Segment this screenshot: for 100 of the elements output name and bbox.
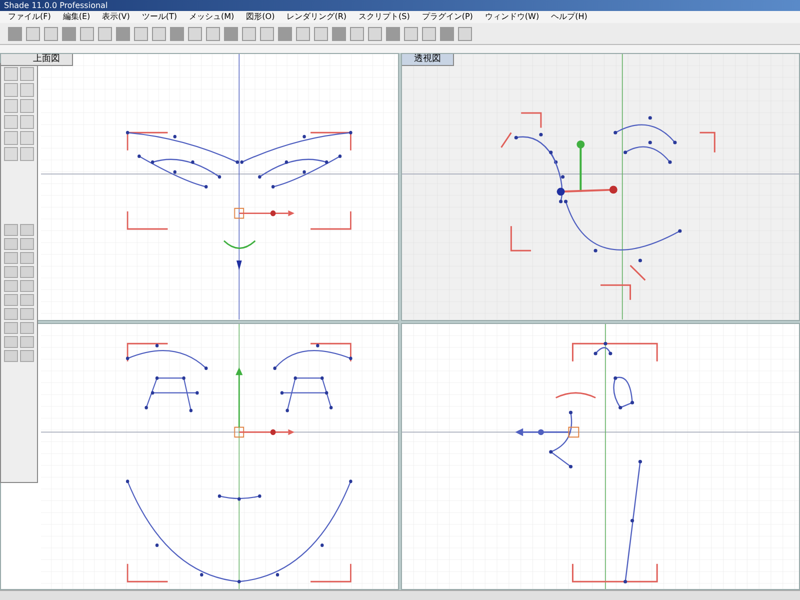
viewport-tab[interactable]: 透視図 (402, 54, 454, 66)
tool-icon[interactable] (20, 252, 34, 264)
menu-item[interactable]: レンダリング(R) (286, 12, 347, 22)
tool-icon[interactable] (20, 147, 34, 161)
arc-curve[interactable] (556, 392, 596, 398)
spline-curve[interactable] (549, 410, 572, 468)
spline-curve[interactable] (150, 390, 199, 394)
spline-curve[interactable] (144, 376, 193, 412)
tool-icon[interactable] (4, 336, 18, 348)
tool-icon[interactable] (20, 350, 34, 362)
tool-icon[interactable] (4, 350, 18, 362)
tool-icon[interactable] (422, 26, 436, 40)
tool-icon[interactable] (4, 147, 18, 161)
tool-icon[interactable] (4, 224, 18, 236)
tool-icon[interactable] (4, 266, 18, 278)
tool-icon[interactable] (20, 224, 34, 236)
menu-item[interactable]: 図形(O) (246, 12, 275, 22)
menu-item[interactable]: ファイル(F) (8, 12, 51, 22)
tool-icon[interactable] (20, 266, 34, 278)
viewport-panel[interactable]: 上面図 (0, 53, 399, 320)
tool-icon[interactable] (20, 280, 34, 292)
spline-curve[interactable] (271, 154, 342, 189)
spline-curve[interactable] (218, 494, 262, 500)
tool-icon[interactable] (170, 26, 184, 40)
spline-curve[interactable] (240, 130, 352, 164)
tool-icon[interactable] (4, 294, 18, 306)
tool-icon[interactable] (4, 99, 18, 113)
tool-icon[interactable] (4, 252, 18, 264)
menu-item[interactable]: 編集(E) (62, 12, 90, 22)
tool-icon[interactable] (224, 26, 238, 40)
tool-icon[interactable] (44, 26, 58, 40)
menu-item[interactable]: スクリプト(S) (358, 12, 410, 22)
tool-icon[interactable] (350, 26, 364, 40)
tool-icon[interactable] (20, 238, 34, 250)
spline-curve[interactable] (280, 390, 328, 394)
spline-curve[interactable] (126, 130, 239, 164)
tool-icon[interactable] (260, 26, 274, 40)
viewport-tab[interactable]: 上面図 (1, 54, 73, 66)
spline-curve[interactable] (613, 376, 634, 409)
tool-icon[interactable] (314, 26, 328, 40)
tool-icon[interactable] (4, 67, 18, 81)
spline-curve[interactable] (624, 140, 672, 164)
tool-icon[interactable] (20, 131, 34, 145)
tool-icon[interactable] (368, 26, 382, 40)
tool-icon[interactable] (4, 238, 18, 250)
spline-curve[interactable] (624, 459, 642, 583)
tool-icon[interactable] (98, 26, 112, 40)
tool-icon[interactable] (8, 26, 22, 40)
menu-item[interactable]: ヘルプ(H) (551, 12, 588, 22)
tool-icon[interactable] (296, 26, 310, 40)
menu-item[interactable]: 表示(V) (102, 12, 130, 22)
tool-icon[interactable] (80, 26, 94, 40)
tool-icon[interactable] (206, 26, 220, 40)
menu-item[interactable]: プラグイン(P) (422, 12, 473, 22)
axis-arrow[interactable] (515, 426, 580, 438)
spline-curve[interactable] (126, 343, 208, 370)
arc-curve[interactable] (224, 240, 256, 249)
tool-icon[interactable] (134, 26, 148, 40)
tool-icon[interactable] (404, 26, 418, 40)
transform-handle[interactable] (234, 208, 294, 219)
menu-item[interactable]: ツール(T) (142, 12, 177, 22)
tool-icon[interactable] (20, 83, 34, 97)
tool-icon[interactable] (20, 99, 34, 113)
tool-icon[interactable] (20, 115, 34, 129)
spline-curve[interactable] (549, 150, 565, 204)
transform-handle[interactable] (234, 426, 294, 438)
tool-icon[interactable] (20, 67, 34, 81)
tool-icon[interactable] (116, 26, 130, 40)
spline-curve[interactable] (514, 132, 558, 164)
tool-icon[interactable] (26, 26, 40, 40)
tool-icon[interactable] (152, 26, 166, 40)
tool-icon[interactable] (4, 83, 18, 97)
spline-curve[interactable] (273, 343, 352, 370)
menu-item[interactable]: ウィンドウ(W) (484, 12, 540, 22)
viewport-panel[interactable]: 透視図 (401, 53, 800, 320)
axis-gizmo[interactable] (556, 140, 618, 196)
tool-icon[interactable] (386, 26, 400, 40)
tool-icon[interactable] (20, 336, 34, 348)
axis-arrow[interactable] (236, 366, 243, 427)
spline-curve[interactable] (594, 341, 612, 355)
tool-icon[interactable] (332, 26, 346, 40)
menu-item[interactable]: メッシュ(M) (189, 12, 234, 22)
spline-curve[interactable] (138, 154, 208, 189)
tool-icon[interactable] (20, 294, 34, 306)
tool-icon[interactable] (242, 26, 256, 40)
tool-icon[interactable] (20, 322, 34, 334)
spline-curve[interactable] (150, 158, 222, 179)
tool-icon[interactable] (62, 26, 76, 40)
tool-icon[interactable] (20, 308, 34, 320)
spline-curve[interactable] (614, 116, 677, 144)
tool-icon[interactable] (4, 280, 18, 292)
spline-curve[interactable] (286, 376, 333, 412)
tool-icon[interactable] (4, 308, 18, 320)
tool-icon[interactable] (188, 26, 202, 40)
spline-curve[interactable] (258, 158, 328, 179)
tool-icon[interactable] (278, 26, 292, 40)
tool-icon[interactable] (4, 322, 18, 334)
tool-icon[interactable] (440, 26, 454, 40)
tool-icon[interactable] (458, 26, 472, 40)
tool-icon[interactable] (4, 115, 18, 129)
